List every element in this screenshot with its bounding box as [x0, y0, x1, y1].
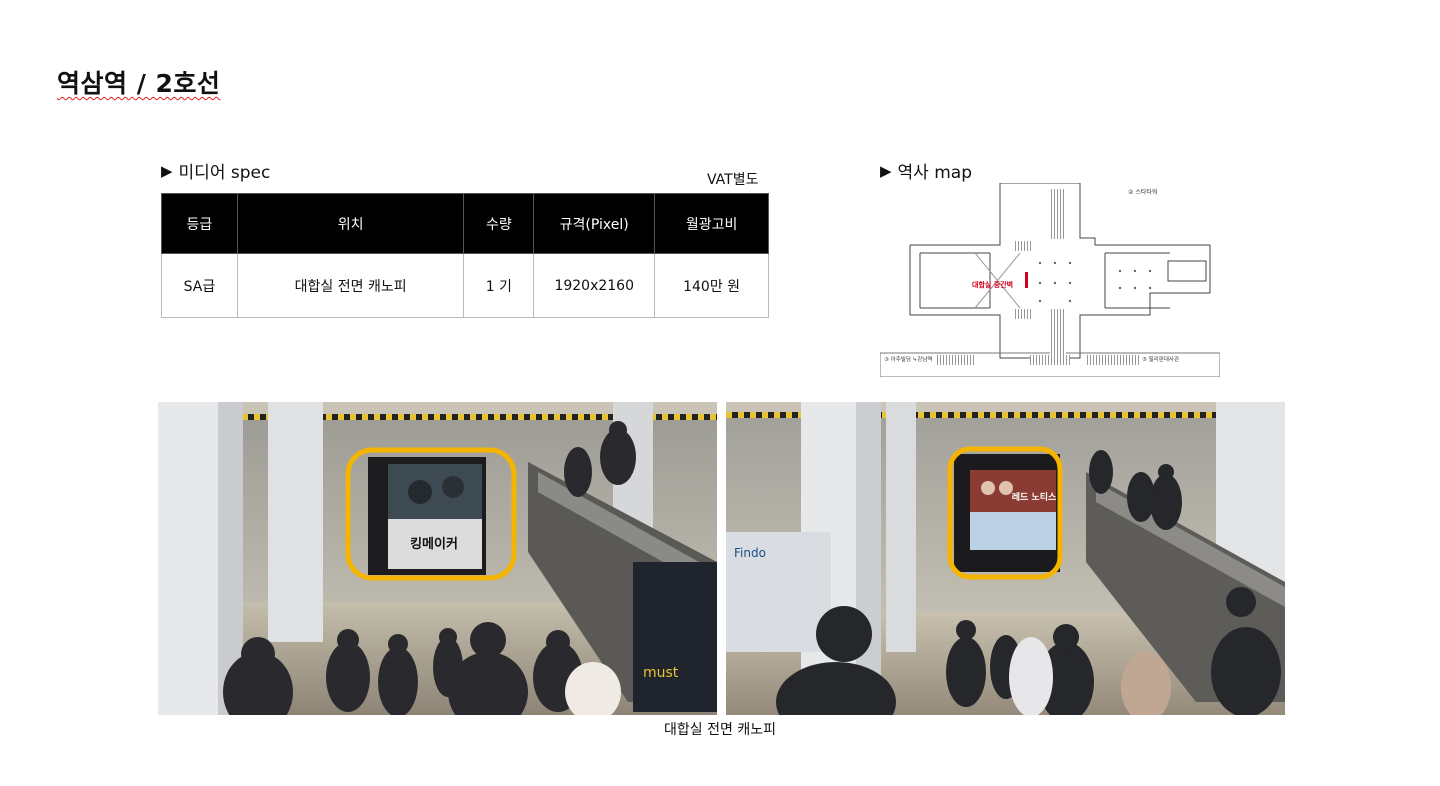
map-exit-2: ② 스타타워 — [1128, 188, 1157, 196]
cell-size: 1920x2160 — [533, 253, 656, 318]
cell-location-text: 대합실 전면 캐노피 — [294, 278, 407, 295]
triangle-bullet-icon: ▶ — [880, 161, 892, 180]
vat-note: VAT별도 — [707, 172, 759, 188]
station-floor-map: 대합실 중간벽 ② 스타타워 ③ 아주빌딩 ↳강남역 ⑤ 필리핀대사관 — [880, 183, 1220, 377]
table-row: SA급 대합실 전면 캐노피 1 기 1920x2160 140만 원 — [161, 253, 769, 318]
cell-quantity: 1 기 — [463, 253, 535, 318]
cell-fee: 140만 원 — [654, 253, 769, 318]
cell-location: 대합실 전면 캐노피 — [236, 253, 465, 318]
map-exit-5: ⑤ 필리핀대사관 — [1142, 355, 1179, 363]
spec-heading: ▶ 미디어 spec — [161, 158, 271, 184]
map-exit-3: ③ 아주빌딩 ↳강남역 — [884, 355, 932, 363]
spec-heading-label: 미디어 spec — [178, 163, 271, 183]
photo-caption-text: 대합실 전면 캐노피 — [664, 722, 776, 738]
col-quantity: 수량 — [463, 193, 535, 254]
page-title-station: 역삼역 / 2호선 — [57, 69, 221, 98]
photo-left: must 킹메이커 — [158, 402, 717, 715]
spec-table-header: 등급 위치 수량 규격(Pixel) 월광고비 — [161, 193, 769, 254]
svg-text:Findo: Findo — [734, 546, 766, 560]
map-highlight-label: 대합실 중간벽 — [972, 280, 1013, 289]
map-heading-label: 역사 map — [897, 163, 972, 183]
triangle-bullet-icon: ▶ — [161, 161, 173, 180]
col-size: 규격(Pixel) — [533, 193, 656, 254]
map-heading: ▶ 역사 map — [880, 158, 972, 184]
right-poster-text: 레드 노티스 — [1012, 491, 1057, 503]
spec-table: 등급 위치 수량 규격(Pixel) 월광고비 SA급 대합실 전면 캐노피 1… — [161, 193, 769, 318]
col-fee: 월광고비 — [654, 193, 769, 254]
col-grade: 등급 — [161, 193, 238, 254]
photo-caption: 대합실 전면 캐노피 — [0, 719, 1440, 739]
svg-text:must: must — [643, 665, 679, 681]
photo-right: Findo 레드 노티스 — [726, 402, 1285, 715]
col-location: 위치 — [236, 193, 465, 254]
page-title: 역삼역 / 2호선 — [57, 64, 220, 100]
left-poster-text: 킹메이커 — [410, 536, 458, 552]
cell-grade: SA급 — [161, 253, 238, 318]
